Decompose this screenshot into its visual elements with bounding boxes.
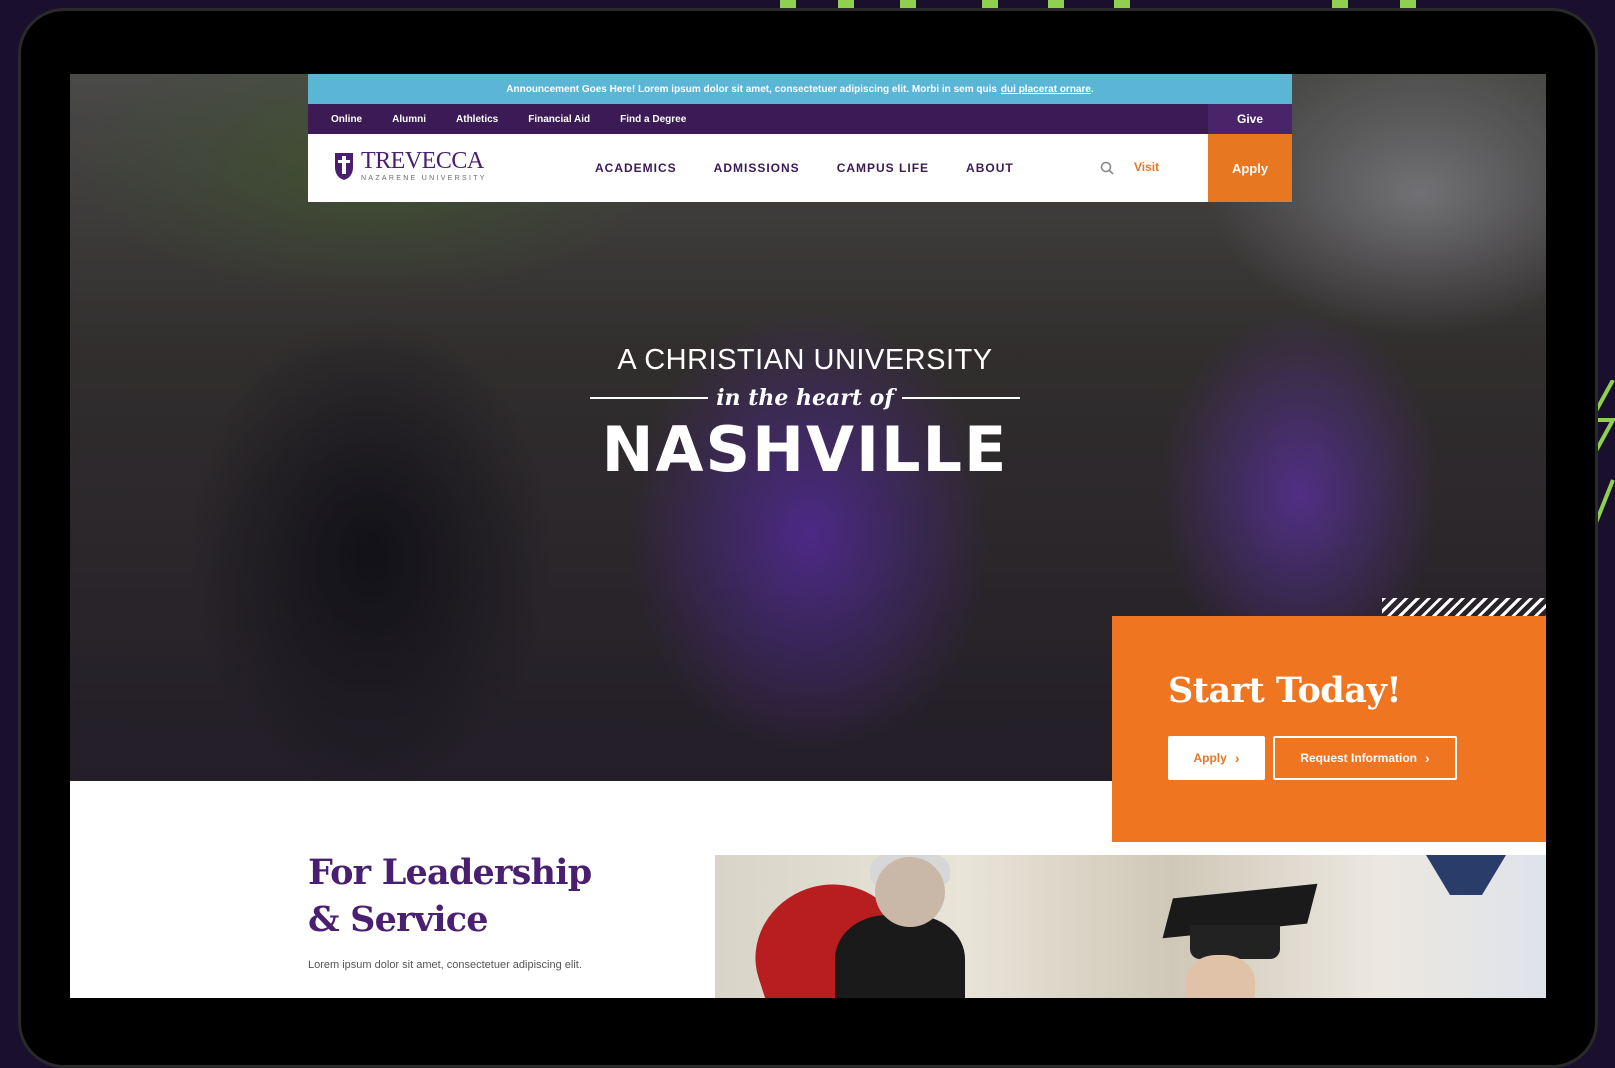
nav-academics[interactable]: ACADEMICS — [595, 161, 677, 175]
photo-face — [1185, 955, 1255, 998]
utility-nav: Online Alumni Athletics Financial Aid Fi… — [308, 104, 1292, 134]
search-icon[interactable] — [1100, 161, 1114, 175]
hero-line-1: A CHRISTIAN UNIVERSITY — [617, 344, 993, 376]
request-information-button[interactable]: Request Information › — [1273, 736, 1457, 780]
graduation-photo — [715, 855, 1546, 998]
leadership-body-text: Lorem ipsum dolor sit amet, consectetuer… — [308, 959, 582, 971]
utility-link-alumni[interactable]: Alumni — [392, 114, 426, 125]
main-nav: TREVECCA NAZARENE UNIVERSITY ACADEMICS A… — [308, 134, 1292, 202]
logo-name: TREVECCA — [361, 148, 484, 174]
hero-line-3: NASHVILLE — [601, 413, 1009, 486]
chevron-right-icon: › — [1425, 750, 1430, 766]
hero-script-text: in the heart of — [716, 385, 894, 411]
chevron-right-icon: › — [1234, 750, 1240, 766]
leadership-heading-line-1: For Leadership — [308, 852, 592, 893]
cta-title: Start Today! — [1168, 670, 1402, 711]
announcement-link[interactable]: dui placerat ornare — [1001, 84, 1091, 95]
logo-wordmark: TREVECCA NAZARENE UNIVERSITY — [361, 148, 487, 182]
utility-link-financial-aid[interactable]: Financial Aid — [528, 114, 590, 125]
photo-cap-base — [1190, 925, 1280, 959]
give-button[interactable]: Give — [1208, 104, 1292, 134]
hero-line-2: in the heart of — [590, 385, 1020, 411]
apply-header-button[interactable]: Apply — [1208, 134, 1292, 202]
photo-flag — [1426, 855, 1506, 895]
nav-admissions[interactable]: ADMISSIONS — [714, 161, 800, 175]
hero-rule-left — [590, 397, 709, 399]
leadership-heading: For Leadership & Service — [308, 849, 592, 943]
nav-campus-life[interactable]: CAMPUS LIFE — [837, 161, 929, 175]
announcement-bar: Announcement Goes Here! Lorem ipsum dolo… — [308, 74, 1292, 104]
browser-screen: A CHRISTIAN UNIVERSITY in the heart of N… — [70, 74, 1546, 998]
request-information-label: Request Information — [1300, 751, 1417, 765]
visit-link[interactable]: Visit — [1134, 160, 1159, 174]
primary-nav-links: ACADEMICS ADMISSIONS CAMPUS LIFE ABOUT — [595, 134, 1051, 202]
cta-apply-label: Apply — [1193, 751, 1227, 765]
logo-subtitle: NAZARENE UNIVERSITY — [361, 175, 487, 182]
site-logo[interactable]: TREVECCA NAZARENE UNIVERSITY — [333, 148, 487, 182]
site-header: Announcement Goes Here! Lorem ipsum dolo… — [308, 74, 1292, 202]
shield-logo-icon — [335, 153, 353, 180]
cta-apply-button[interactable]: Apply › — [1168, 736, 1265, 780]
hero-headline: A CHRISTIAN UNIVERSITY in the heart of N… — [590, 344, 1020, 486]
utility-link-online[interactable]: Online — [331, 114, 362, 125]
start-today-panel: Start Today! Apply › Request Information… — [1112, 598, 1546, 842]
utility-link-athletics[interactable]: Athletics — [456, 114, 498, 125]
nav-about[interactable]: ABOUT — [966, 161, 1014, 175]
photo-robe-black — [835, 915, 965, 998]
announcement-text: Announcement Goes Here! Lorem ipsum dolo… — [506, 83, 997, 95]
announcement-suffix: . — [1090, 83, 1094, 95]
leadership-heading-line-2: & Service — [308, 899, 489, 940]
utility-link-find-degree[interactable]: Find a Degree — [620, 114, 686, 125]
hero-rule-right — [901, 397, 1020, 399]
photo-head — [875, 857, 945, 927]
decorative-stripes — [1382, 598, 1546, 616]
